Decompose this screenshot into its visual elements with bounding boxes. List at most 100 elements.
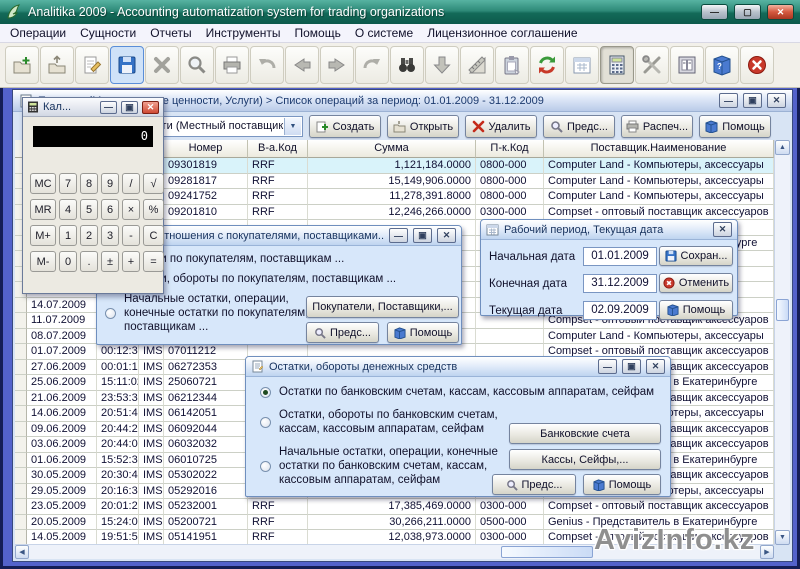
minimize-button[interactable]: — xyxy=(701,4,728,20)
calculator-key[interactable]: 0 xyxy=(59,251,77,272)
partners-maximize-button[interactable]: ▣ xyxy=(413,228,432,243)
calc-minimize-button[interactable]: — xyxy=(100,101,117,114)
header-supplier[interactable]: Поставщик.Наименование xyxy=(544,140,774,158)
row-selector[interactable] xyxy=(15,360,27,376)
row-selector[interactable] xyxy=(15,515,27,531)
redo-icon[interactable] xyxy=(355,46,389,84)
period-close-button[interactable]: ✕ xyxy=(713,222,732,237)
save-icon[interactable] xyxy=(110,46,144,84)
horizontal-scroll-thumb[interactable] xyxy=(501,546,593,558)
partners-minimize-button[interactable]: — xyxy=(389,228,408,243)
calculator-key[interactable]: 6 xyxy=(101,199,119,220)
cash-help-button[interactable]: Помощь xyxy=(583,474,661,495)
bank-accounts-button[interactable]: Банковские счета xyxy=(509,423,661,444)
calculator-key[interactable]: 7 xyxy=(59,173,77,194)
list-minimize-button[interactable]: — xyxy=(719,93,738,108)
partners-close-button[interactable]: ✕ xyxy=(437,228,456,243)
calculator-key[interactable]: 8 xyxy=(80,173,98,194)
row-selector[interactable] xyxy=(15,406,27,422)
row-selector[interactable] xyxy=(15,391,27,407)
menu-item[interactable]: Помощь xyxy=(295,26,341,40)
row-selector[interactable] xyxy=(15,329,27,345)
menu-item[interactable]: Отчеты xyxy=(150,26,191,40)
calc-close-button[interactable]: ✕ xyxy=(142,101,159,114)
row-selector[interactable] xyxy=(15,437,27,453)
header-vcode[interactable]: В-а.Код xyxy=(248,140,308,158)
binoculars-icon[interactable] xyxy=(390,46,424,84)
cash-option[interactable]: Остатки по банковским счетам, кассам, ка… xyxy=(260,385,654,399)
radio-icon[interactable] xyxy=(105,308,116,319)
calculator-key[interactable]: M- xyxy=(30,251,56,272)
calculator-key[interactable]: 2 xyxy=(80,225,98,246)
menu-item[interactable]: Сущности xyxy=(80,26,136,40)
create-button[interactable]: Создать xyxy=(309,115,381,138)
calculator-key[interactable]: % xyxy=(143,199,164,220)
edit-icon[interactable] xyxy=(75,46,109,84)
preview-button[interactable]: Предс... xyxy=(543,115,615,138)
exit-icon[interactable] xyxy=(740,46,774,84)
list-maximize-button[interactable]: ▣ xyxy=(743,93,762,108)
row-selector[interactable] xyxy=(15,484,27,500)
calculator-key[interactable]: ± xyxy=(101,251,119,272)
calculator-key[interactable]: 1 xyxy=(59,225,77,246)
maximize-button[interactable]: ▢ xyxy=(734,4,761,20)
date-input[interactable]: 31.12.2009 xyxy=(583,274,657,293)
cash-maximize-button[interactable]: ▣ xyxy=(622,359,641,374)
cash-dialog-titlebar[interactable]: Остатки, обороты денежных средств — ▣ ✕ xyxy=(246,357,670,377)
period-save-button[interactable]: Сохран... xyxy=(659,246,733,266)
new-icon[interactable] xyxy=(5,46,39,84)
header-number[interactable]: Номер xyxy=(164,140,248,158)
menu-item[interactable]: О системе xyxy=(355,26,413,40)
open-icon[interactable] xyxy=(40,46,74,84)
vertical-scrollbar[interactable]: ▲ ▼ xyxy=(774,140,790,545)
scroll-up-icon[interactable]: ▲ xyxy=(775,140,790,155)
table-row[interactable]: 23.05.2009 20:01:22 IMS 05232001 RRF 17,… xyxy=(15,499,774,515)
calculator-key[interactable]: MR xyxy=(30,199,56,220)
calculator-key[interactable]: = xyxy=(143,251,164,272)
calculator-key[interactable]: . xyxy=(80,251,98,272)
close-button[interactable]: ✕ xyxy=(767,4,794,20)
scroll-right-icon[interactable]: ▶ xyxy=(760,545,774,559)
period-help-button[interactable]: Помощь xyxy=(659,300,733,320)
cash-preview-button[interactable]: Предс... xyxy=(492,474,576,495)
calculator-key[interactable]: 3 xyxy=(101,225,119,246)
calculator-icon[interactable] xyxy=(600,46,634,84)
help-icon[interactable]: ? xyxy=(705,46,739,84)
calculator-key[interactable]: + xyxy=(122,251,140,272)
radio-icon[interactable] xyxy=(260,461,271,472)
cash-close-button[interactable]: ✕ xyxy=(646,359,665,374)
partners-list-button[interactable]: Покупатели, Поставщики,... xyxy=(306,296,459,318)
calculator-key[interactable]: - xyxy=(122,225,140,246)
row-selector[interactable] xyxy=(15,375,27,391)
row-selector[interactable] xyxy=(15,313,27,329)
print-icon[interactable] xyxy=(215,46,249,84)
scroll-down-icon[interactable]: ▼ xyxy=(775,530,790,545)
calculator-key[interactable]: MC xyxy=(30,173,56,194)
radio-icon[interactable] xyxy=(260,417,271,428)
delete-icon[interactable] xyxy=(145,46,179,84)
date-input[interactable]: 02.09.2009 xyxy=(583,301,657,320)
row-selector[interactable] xyxy=(15,298,27,314)
calculator-key[interactable]: 9 xyxy=(101,173,119,194)
menu-item[interactable]: Инструменты xyxy=(206,26,281,40)
cash-minimize-button[interactable]: — xyxy=(598,359,617,374)
refresh-icon[interactable] xyxy=(530,46,564,84)
forward-icon[interactable] xyxy=(320,46,354,84)
radio-icon[interactable] xyxy=(260,387,271,398)
row-selector[interactable] xyxy=(15,422,27,438)
chevron-down-icon[interactable]: ▼ xyxy=(284,118,301,135)
undo-icon[interactable] xyxy=(250,46,284,84)
scroll-left-icon[interactable]: ◀ xyxy=(15,545,29,559)
list-close-button[interactable]: ✕ xyxy=(767,93,786,108)
date-input[interactable]: 01.01.2009 xyxy=(583,247,657,266)
calendar-icon[interactable] xyxy=(565,46,599,84)
calculator-key[interactable]: C xyxy=(143,225,164,246)
calc-maximize-button[interactable]: ▣ xyxy=(121,101,138,114)
open-button[interactable]: Открыть xyxy=(387,115,459,138)
partners-help-button[interactable]: Помощь xyxy=(387,322,459,343)
calculator-titlebar[interactable]: Кал... — ▣ ✕ xyxy=(23,98,163,117)
period-cancel-button[interactable]: Отменить xyxy=(659,273,733,293)
clipboard-icon[interactable] xyxy=(495,46,529,84)
download-icon[interactable] xyxy=(425,46,459,84)
row-selector[interactable] xyxy=(15,344,27,360)
